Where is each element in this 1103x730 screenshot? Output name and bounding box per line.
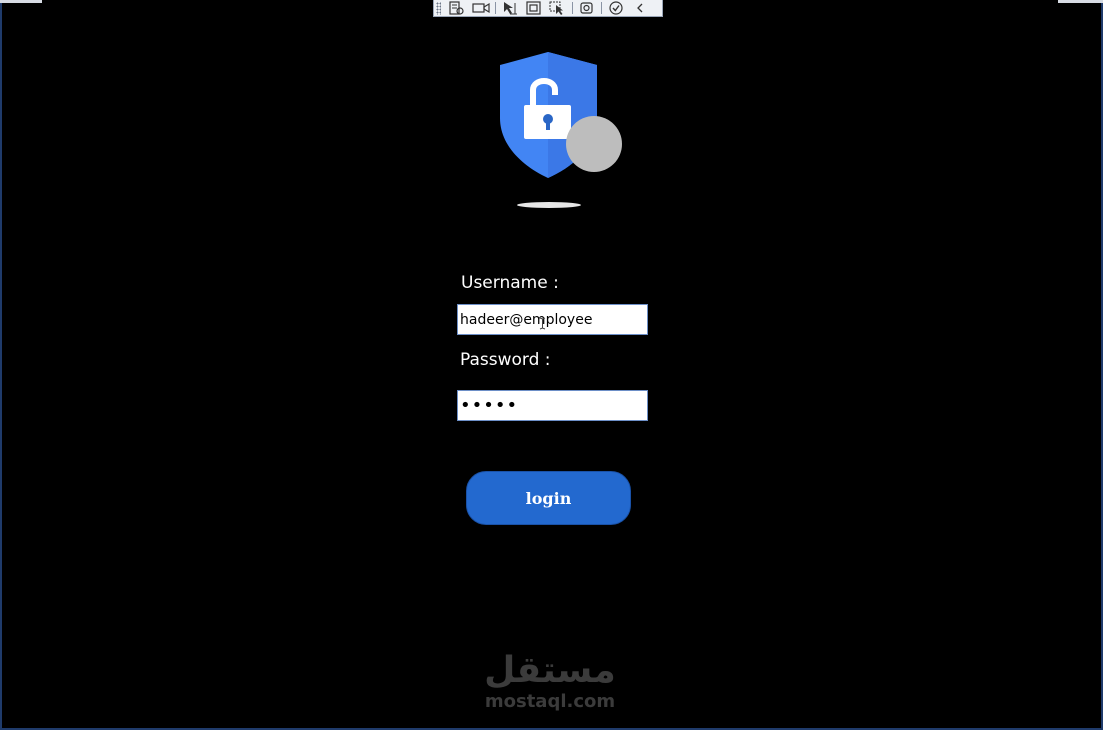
security-shield-logo xyxy=(495,50,627,212)
login-button[interactable]: login xyxy=(466,471,631,525)
text-cursor-icon xyxy=(539,317,546,330)
mostaql-watermark: مستقل mostaql.com xyxy=(470,650,630,716)
watermark-latin-text: mostaql.com xyxy=(484,691,616,712)
username-label: Username : xyxy=(461,273,559,293)
debug-toolbar xyxy=(433,0,663,17)
track-focused-element-icon[interactable] xyxy=(548,1,567,16)
gray-circle-icon xyxy=(566,116,622,172)
username-field[interactable] xyxy=(457,304,648,335)
hot-reload-icon[interactable] xyxy=(577,1,596,16)
toolbar-grip-icon[interactable] xyxy=(436,1,441,15)
toolbar-separator xyxy=(495,2,496,14)
window-top-edge-left xyxy=(0,0,42,3)
watermark-arabic-text: مستقل xyxy=(484,650,616,691)
logo-shadow xyxy=(517,202,581,208)
password-label: Password : xyxy=(460,350,551,370)
toolbar-separator xyxy=(601,2,602,14)
display-layout-adorners-icon[interactable] xyxy=(524,1,543,16)
record-icon[interactable] xyxy=(471,1,490,16)
collapse-icon[interactable] xyxy=(630,1,649,16)
toolbar-separator xyxy=(572,2,573,14)
live-visual-tree-icon[interactable] xyxy=(447,1,466,16)
select-element-icon[interactable] xyxy=(500,1,519,16)
xaml-binding-check-icon[interactable] xyxy=(606,1,625,16)
window-top-edge-right xyxy=(1058,0,1103,3)
password-field[interactable] xyxy=(457,390,648,421)
